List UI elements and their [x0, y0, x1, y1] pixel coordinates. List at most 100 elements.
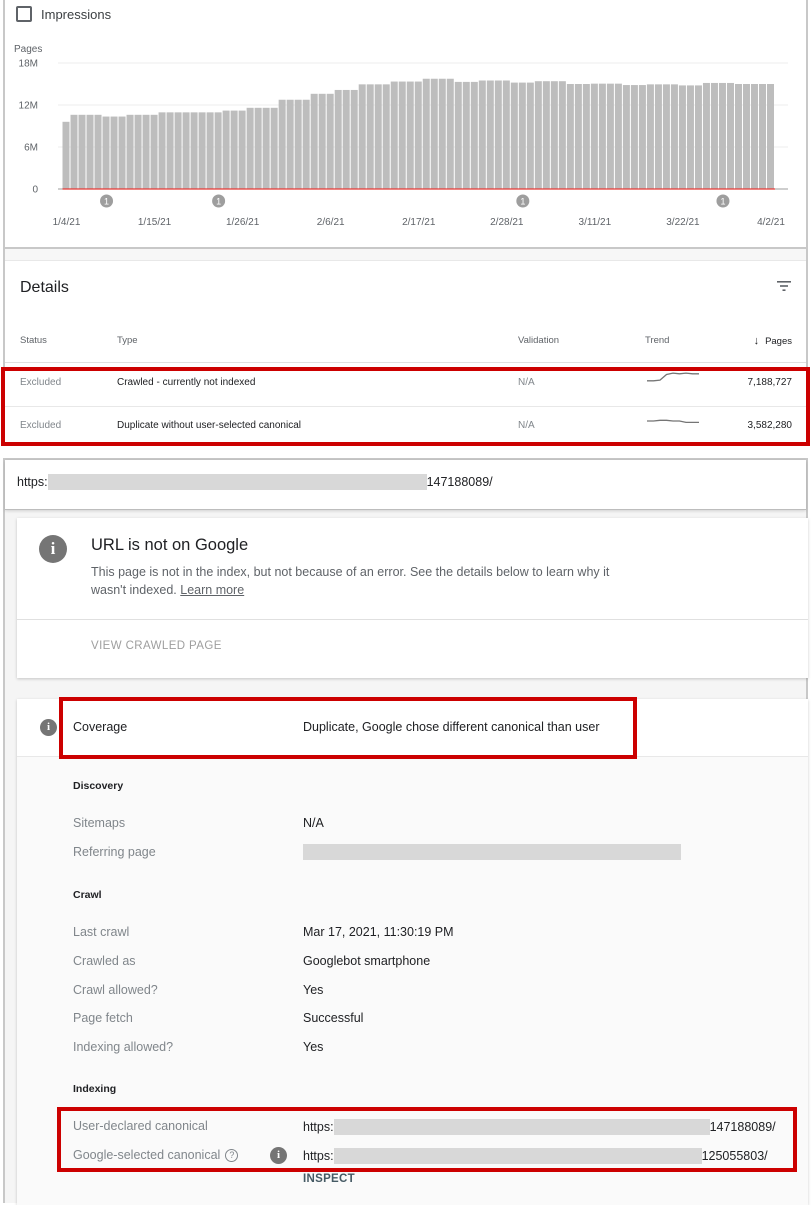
chart-bar[interactable]	[278, 99, 286, 189]
chart-bar[interactable]	[270, 107, 278, 189]
chart-bar[interactable]	[342, 89, 350, 189]
annotation-marker[interactable]: 1	[516, 194, 530, 208]
chart-bar[interactable]	[678, 85, 686, 189]
learn-more-link[interactable]: Learn more	[180, 583, 244, 597]
chart-bar[interactable]	[134, 114, 142, 189]
view-crawled-page-button[interactable]: VIEW CRAWLED PAGE	[91, 640, 222, 652]
chart-bar[interactable]	[86, 114, 94, 189]
annotation-marker[interactable]: 1	[212, 194, 226, 208]
chart-bar[interactable]	[478, 80, 486, 190]
chart-bar[interactable]	[222, 110, 230, 189]
chart-bar[interactable]	[182, 112, 190, 189]
chart-bar[interactable]	[422, 78, 430, 189]
chart-bar[interactable]	[62, 121, 70, 189]
chart-bar[interactable]	[590, 83, 598, 189]
chart-bar[interactable]	[622, 85, 630, 189]
chart-bar[interactable]	[550, 81, 558, 189]
chart-bar[interactable]	[566, 84, 574, 189]
chart-bar[interactable]	[78, 114, 86, 189]
chart-bar[interactable]	[142, 114, 150, 189]
chart-bar[interactable]	[518, 82, 526, 189]
chart-bar[interactable]	[334, 89, 342, 189]
chart-bar[interactable]	[654, 84, 662, 189]
chart-bar[interactable]	[614, 83, 622, 189]
chart-bar[interactable]	[582, 84, 590, 189]
chart-bar[interactable]	[718, 82, 726, 189]
chart-bar[interactable]	[214, 112, 222, 189]
chart-bar[interactable]	[446, 78, 454, 189]
chart-bar[interactable]	[438, 78, 446, 189]
chart-bar[interactable]	[542, 81, 550, 189]
chart-bar[interactable]	[430, 78, 438, 189]
chart-bar[interactable]	[286, 99, 294, 189]
chart-bar[interactable]	[374, 84, 382, 189]
chart-bar[interactable]	[758, 84, 766, 189]
chart-bar[interactable]	[318, 93, 326, 189]
chart-bar[interactable]	[366, 84, 374, 189]
chart-bar[interactable]	[598, 83, 606, 189]
chart-bar[interactable]	[742, 84, 750, 189]
chart-bar[interactable]	[94, 114, 102, 189]
chart-bar[interactable]	[310, 93, 318, 189]
chart-bar[interactable]	[294, 99, 302, 189]
chart-bar[interactable]	[174, 112, 182, 189]
chart-bar[interactable]	[126, 114, 134, 189]
chart-bar[interactable]	[414, 81, 422, 189]
chart-bar[interactable]	[158, 112, 166, 189]
chart-bar[interactable]	[470, 81, 478, 189]
chart-bar[interactable]	[766, 84, 774, 189]
chart-bar[interactable]	[70, 114, 78, 189]
chart-bar[interactable]	[638, 85, 646, 189]
chart-bar[interactable]	[198, 112, 206, 189]
chart-bar[interactable]	[326, 93, 334, 189]
chart-bar[interactable]	[350, 89, 358, 189]
chart-bar[interactable]	[246, 107, 254, 189]
chart-bar[interactable]	[190, 112, 198, 189]
chart-bar[interactable]	[390, 81, 398, 189]
annotation-marker[interactable]: 1	[716, 194, 730, 208]
chart-bar[interactable]	[462, 81, 470, 189]
chart-bar[interactable]	[406, 81, 414, 189]
chart-bar[interactable]	[230, 110, 238, 189]
chart-bar[interactable]	[502, 80, 510, 190]
chart-bar[interactable]	[150, 114, 158, 189]
chart-bar[interactable]	[702, 82, 710, 189]
chart-bar[interactable]	[102, 116, 110, 189]
chart-bar[interactable]	[166, 112, 174, 189]
chart-bar[interactable]	[646, 84, 654, 189]
chart-bar[interactable]	[238, 110, 246, 189]
chart-bar[interactable]	[662, 84, 670, 189]
chart-bar[interactable]	[558, 81, 566, 189]
filter-icon[interactable]	[776, 279, 792, 293]
chart-bar[interactable]	[494, 80, 502, 190]
chart-bar[interactable]	[118, 116, 126, 189]
chart-bar[interactable]	[110, 116, 118, 189]
chart-bar[interactable]	[726, 82, 734, 189]
chart-bar[interactable]	[510, 82, 518, 189]
chart-bar[interactable]	[574, 84, 582, 189]
chart-bar[interactable]	[358, 84, 366, 189]
annotation-marker[interactable]: 1	[100, 194, 114, 208]
chart-bar[interactable]	[486, 80, 494, 190]
chart-bar[interactable]	[686, 85, 694, 189]
chart-bar[interactable]	[750, 84, 758, 189]
chart-bar[interactable]	[206, 112, 214, 189]
chart-bar[interactable]	[734, 84, 742, 189]
inspect-button[interactable]: INSPECT	[303, 1173, 355, 1185]
chart-bar[interactable]	[534, 81, 542, 189]
column-header-status[interactable]: Status	[20, 335, 47, 346]
chart-bar[interactable]	[254, 107, 262, 189]
chart-bar[interactable]	[670, 84, 678, 189]
column-header-validation[interactable]: Validation	[518, 335, 559, 346]
chart-bar[interactable]	[302, 99, 310, 189]
inspected-url[interactable]: https: 147188089/	[17, 474, 493, 490]
chart-bar[interactable]	[630, 85, 638, 189]
chart-bar[interactable]	[262, 107, 270, 189]
column-header-pages[interactable]: ↓ Pages	[754, 335, 792, 347]
chart-bar[interactable]	[526, 82, 534, 189]
chart-bar[interactable]	[454, 81, 462, 189]
chart-bar[interactable]	[398, 81, 406, 189]
chart-bar[interactable]	[382, 84, 390, 189]
chart-bar[interactable]	[606, 83, 614, 189]
column-header-type[interactable]: Type	[117, 335, 138, 346]
